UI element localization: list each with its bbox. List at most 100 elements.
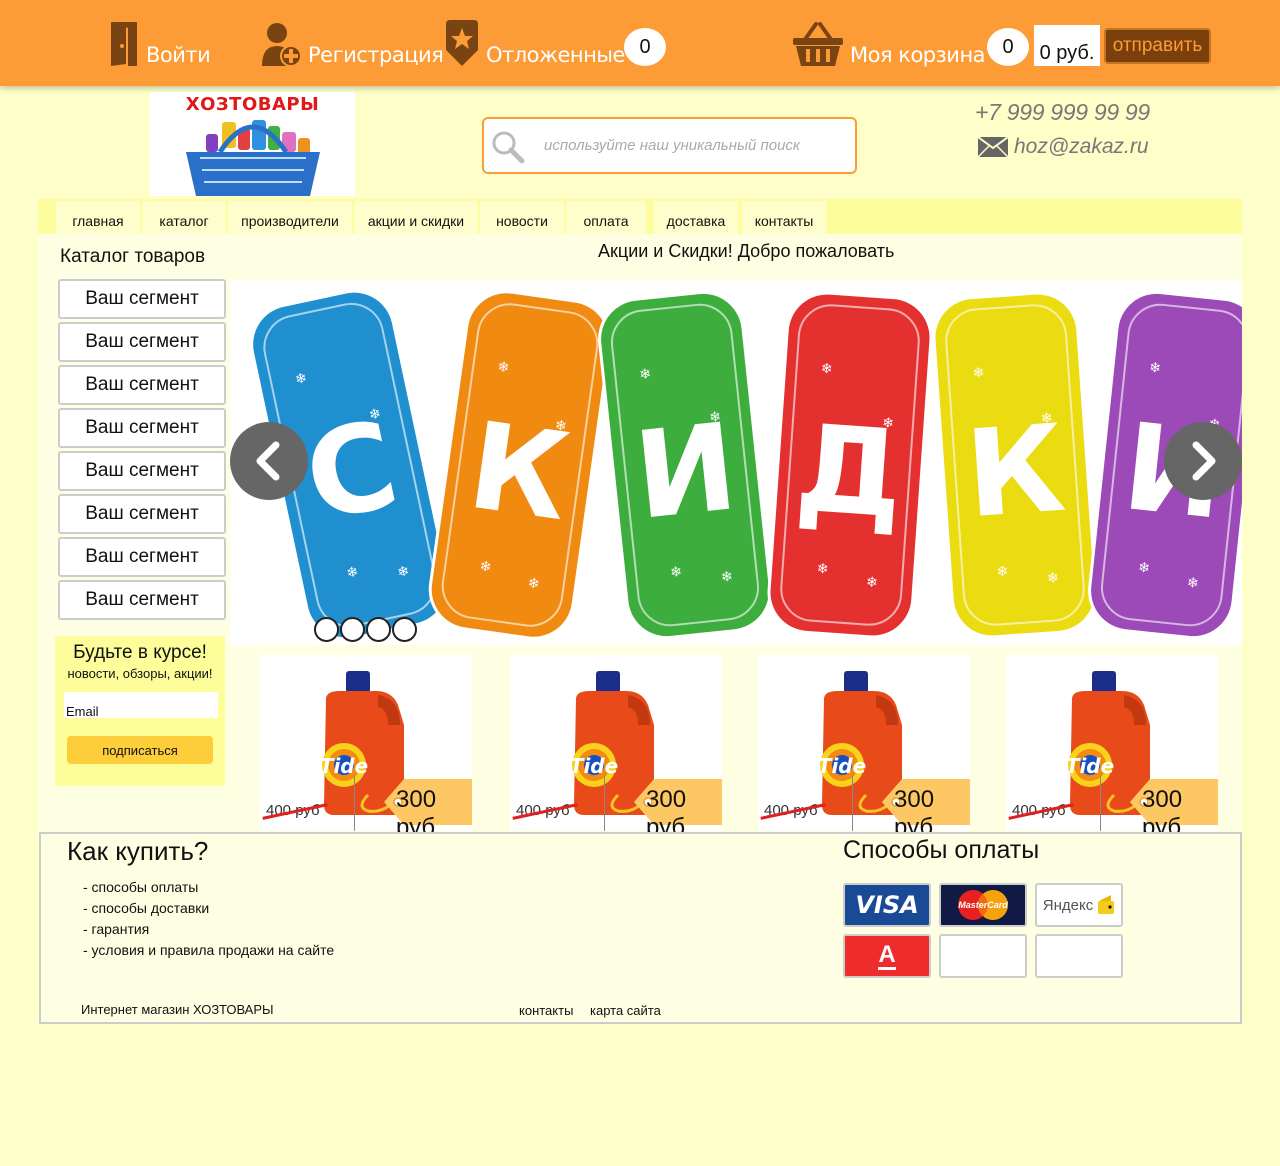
nav-home[interactable]: главная	[56, 201, 140, 234]
old-price: 400 руб	[266, 802, 320, 819]
slider-title: Акции и Скидки! Добро пожаловать	[598, 241, 895, 261]
catalog-title: Каталог товаров	[60, 246, 206, 267]
slider-dot[interactable]	[392, 617, 417, 642]
price-divider	[604, 775, 605, 831]
brand-label: Tide	[818, 754, 866, 778]
slider-next-button[interactable]	[1164, 422, 1242, 500]
newsletter-title: Будьте в курсе!	[73, 642, 207, 663]
nav-contacts[interactable]: контакты	[742, 201, 826, 234]
nav-payment[interactable]: оплата	[566, 201, 646, 234]
snowflake-icon: ❄	[669, 563, 682, 580]
email-contact[interactable]: hoz@zakaz.ru	[978, 135, 1149, 159]
add-user-icon	[262, 23, 302, 67]
catalog-item[interactable]: Ваш сегмент	[58, 408, 226, 448]
subscribe-button[interactable]: подписаться	[67, 736, 213, 764]
footer-link-payment[interactable]: - способы оплаты	[83, 879, 198, 895]
wishlist-label: Отложенные	[486, 43, 625, 67]
nav-catalog[interactable]: каталог	[142, 201, 226, 234]
snowflake-icon: ❄	[1186, 574, 1199, 591]
snowflake-icon: ❄	[865, 573, 878, 590]
how-to-buy-title: Как купить?	[67, 836, 209, 866]
slider-dot[interactable]	[340, 617, 365, 642]
nav-promotions[interactable]: акции и скидки	[354, 201, 478, 234]
visa-logo-text: VISA	[855, 891, 919, 919]
footer-link-delivery[interactable]: - способы доставки	[83, 900, 209, 916]
promo-slider: ❄❄❄❄С❄❄❄❄К❄❄❄❄И❄❄❄❄Д❄❄❄❄К❄❄❄❄И	[230, 280, 1242, 645]
catalog-item[interactable]: Ваш сегмент	[58, 580, 226, 620]
snowflake-icon: ❄	[1047, 569, 1060, 586]
footer-contacts-link[interactable]: контакты	[519, 1003, 573, 1018]
catalog-item[interactable]: Ваш сегмент	[58, 322, 226, 362]
snowflake-icon: ❄	[996, 563, 1009, 580]
snowflake-icon: ❄	[972, 364, 985, 381]
catalog-item[interactable]: Ваш сегмент	[58, 279, 226, 319]
bookmark-star-icon	[446, 20, 478, 66]
footer-link-warranty[interactable]: - гарантия	[83, 921, 149, 937]
search-box	[482, 117, 857, 174]
snowflake-icon: ❄	[816, 560, 829, 577]
snowflake-icon: ❄	[639, 365, 652, 382]
snowflake-icon: ❄	[720, 568, 733, 585]
nav-manufacturers[interactable]: производители	[228, 201, 352, 234]
login-label: Войти	[146, 43, 211, 67]
main-nav: главная каталог производители акции и ск…	[38, 199, 1242, 234]
chevron-left-icon	[256, 441, 280, 481]
login-link[interactable]: Войти	[108, 20, 211, 68]
payment-methods-title: Способы оплаты	[843, 836, 1040, 864]
site-logo[interactable]: ХОЗТОВАРЫ	[150, 92, 355, 196]
newsletter-box: Будьте в курсе! новости, обзоры, акции! …	[55, 636, 225, 786]
search-input[interactable]	[544, 137, 844, 154]
product-card[interactable]: Tide 400 руб 300 руб	[1006, 655, 1218, 841]
old-price: 400 руб	[764, 802, 818, 819]
product-card[interactable]: Tide 400 руб 300 руб	[510, 655, 722, 841]
banner-card: ❄❄❄❄К	[932, 291, 1098, 639]
basket-icon	[793, 22, 843, 66]
alfabank-logo-text: А	[878, 940, 896, 970]
catalog-item[interactable]: Ваш сегмент	[58, 494, 226, 534]
search-icon[interactable]	[490, 129, 526, 165]
top-bar: Войти Регистрация Отложенные 0 Моя корзи…	[0, 0, 1280, 86]
newsletter-email-input[interactable]	[64, 692, 218, 718]
footer-sitemap-link[interactable]: карта сайта	[590, 1003, 661, 1018]
snowflake-icon: ❄	[820, 360, 833, 377]
product-card[interactable]: Tide 400 руб 300 руб	[260, 655, 472, 841]
door-icon	[111, 22, 137, 66]
nav-delivery[interactable]: доставка	[654, 201, 738, 234]
banner-letter: К	[461, 397, 577, 548]
catalog-item[interactable]: Ваш сегмент	[58, 451, 226, 491]
send-button[interactable]: отправить	[1104, 28, 1211, 64]
wishlist-link[interactable]: Отложенные	[444, 20, 625, 68]
slider-prev-button[interactable]	[230, 422, 308, 500]
register-link[interactable]: Регистрация	[260, 20, 444, 68]
snowflake-icon: ❄	[527, 574, 541, 591]
banner-letter: И	[629, 398, 743, 547]
slider-dot[interactable]	[314, 617, 339, 642]
newsletter-subtitle: новости, обзоры, акции!	[67, 666, 213, 681]
nav-news[interactable]: новости	[480, 201, 564, 234]
catalog-item[interactable]: Ваш сегмент	[58, 365, 226, 405]
banner-letter: Д	[791, 399, 907, 545]
price-divider	[852, 775, 853, 831]
phone-number: +7 999 999 99 99	[975, 99, 1150, 125]
yandex-wallet-icon	[1098, 895, 1115, 914]
snowflake-icon: ❄	[479, 557, 493, 574]
payment-placeholder	[1035, 934, 1123, 978]
cart-link[interactable]: Моя корзина	[792, 20, 986, 68]
snowflake-icon: ❄	[1148, 359, 1161, 376]
snowflake-icon: ❄	[497, 358, 511, 375]
footer-link-terms[interactable]: - условия и правила продажи на сайте	[83, 942, 334, 958]
catalog-item[interactable]: Ваш сегмент	[58, 537, 226, 577]
discount-banner-image: ❄❄❄❄С❄❄❄❄К❄❄❄❄И❄❄❄❄Д❄❄❄❄К❄❄❄❄И	[250, 289, 1242, 641]
footer: Как купить? - способы оплаты - способы д…	[39, 832, 1242, 1024]
payment-alfabank: А	[843, 934, 931, 978]
slider-dot[interactable]	[366, 617, 391, 642]
payment-visa: VISA	[843, 883, 931, 927]
product-card[interactable]: Tide 400 руб 300 руб	[758, 655, 970, 841]
banner-letter: К	[962, 400, 1070, 546]
brand-label: Tide	[320, 754, 368, 778]
banner-card: ❄❄❄❄Д	[767, 291, 933, 639]
price-divider	[354, 775, 355, 831]
shop-name: Интернет магазин ХОЗТОВАРЫ	[81, 1002, 274, 1017]
old-price: 400 руб	[1012, 802, 1066, 819]
snowflake-icon: ❄	[1137, 559, 1150, 576]
